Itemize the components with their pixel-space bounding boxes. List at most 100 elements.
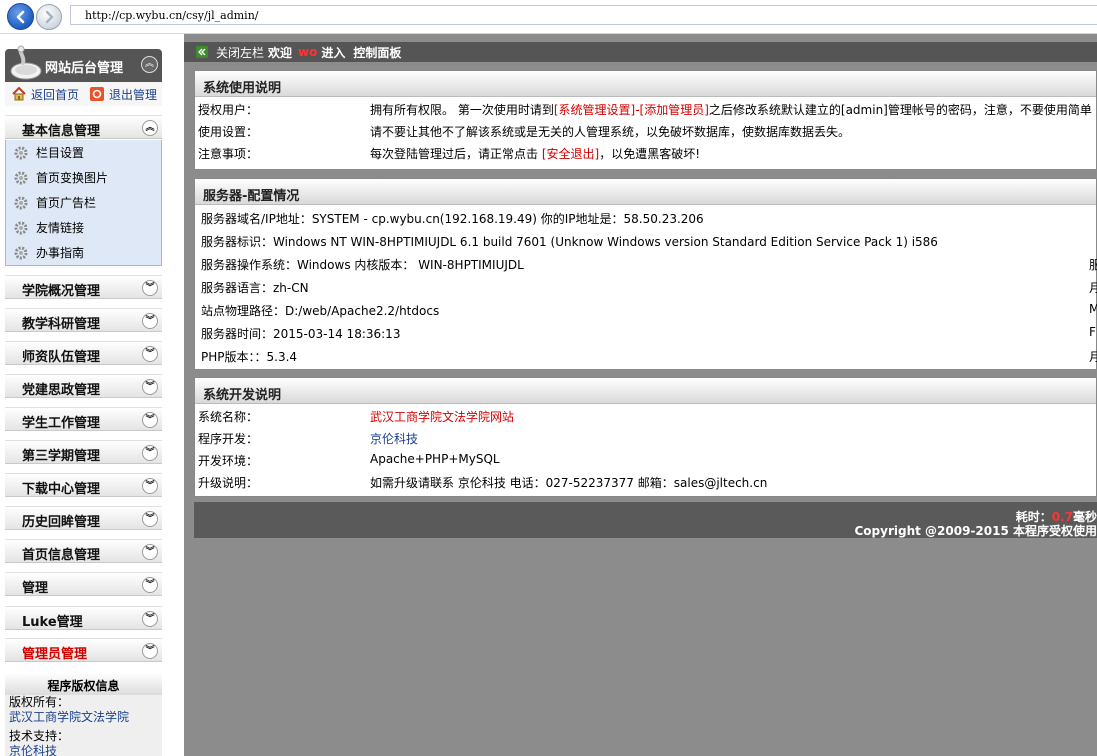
footer-copyright: Copyright @2009-2015 本程序受权使用 <box>854 524 1097 538</box>
sidebar-item-home-images[interactable]: 首页变换图片 <box>6 165 161 190</box>
section-label: 教学科研管理 <box>22 317 101 332</box>
section-label: 管理员管理 <box>22 647 88 662</box>
row-key: 升级说明： <box>198 476 259 490</box>
row-key: 使用设置： <box>198 125 259 139</box>
enter-text: 进入 <box>321 45 346 60</box>
section-label: 基本信息管理 <box>22 124 101 139</box>
usage-row-notes: 注意事项： 每次登陆管理过后，请正常点击 [安全退出]，以免遭黑客破坏! <box>195 141 1096 163</box>
row-key: 程序开发： <box>198 432 259 446</box>
server-row-text: 服务器标识：Windows NT WIN-8HPTIMIUJDL 6.1 bui… <box>201 235 938 249</box>
expand-icon[interactable]: ︾ <box>142 280 158 296</box>
usage-row-auth: 授权用户： 拥有所有权限。 第一次使用时请到[系统管理设置]-[添加管理员]之后… <box>195 97 1096 119</box>
row-value: 请不要让其他不了解该系统或是无关的人管理系统，以免破坏数据库，使数据库数据丢失。 <box>370 125 851 139</box>
sidebar: 网站后台管理 ︽ 返回首页 退出管理 基本信息管理 ︽ 栏目设置 首页变换图片 <box>0 34 167 756</box>
section-label: 首页信息管理 <box>22 548 101 563</box>
server-row: 站点物理路径：D:/web/Apache2.2/htdocs M <box>195 297 1097 320</box>
server-row-text: 服务器操作系统：Windows 内核版本： WIN-8HPTIMIUJDL <box>201 258 524 272</box>
server-row-text: 服务器域名/IP地址：SYSTEM - cp.wybu.cn(192.168.1… <box>201 212 704 226</box>
row-text: 每次登陆管理过后，请正常点击 <box>370 147 539 161</box>
copyright-owner-link[interactable]: 武汉工商学院文法学院 <box>5 710 162 725</box>
sidebar-item-label: 友情链接 <box>36 221 85 235</box>
dev-panel: 系统开发说明 系统名称： 武汉工商学院文法学院网站 程序开发： 京伦科技 开发环… <box>194 377 1097 497</box>
gear-icon <box>12 169 30 187</box>
support-label: 技术支持： <box>9 729 70 743</box>
quick-links: 返回首页 退出管理 <box>5 82 162 106</box>
section-manage[interactable]: 管理 ︾ <box>5 572 162 596</box>
section-student-work[interactable]: 学生工作管理 ︾ <box>5 407 162 431</box>
section-college-overview[interactable]: 学院概况管理 ︾ <box>5 275 162 299</box>
server-row: 服务器操作系统：Windows 内核版本： WIN-8HPTIMIUJDL 服 <box>195 251 1097 274</box>
home-link[interactable]: 返回首页 <box>11 86 79 103</box>
expand-icon[interactable]: ︾ <box>142 577 158 593</box>
row-value: 拥有所有权限。 第一次使用时请到[系统管理设置]-[添加管理员]之后修改系统默认… <box>370 101 1092 118</box>
row-key: 授权用户： <box>198 103 259 117</box>
row-text: ，以免遭黑客破坏! <box>599 147 701 161</box>
section-basic-info[interactable]: 基本信息管理 ︽ <box>5 115 162 139</box>
section-teaching-research[interactable]: 教学科研管理 ︾ <box>5 308 162 332</box>
add-admin-link[interactable]: [系统管理设置]-[添加管理员] <box>554 103 709 117</box>
sidebar-item-label: 办事指南 <box>36 246 85 260</box>
section-label: Luke管理 <box>22 615 83 630</box>
sidebar-item-guide[interactable]: 办事指南 <box>6 240 161 265</box>
server-row: 服务器标识：Windows NT WIN-8HPTIMIUJDL 6.1 bui… <box>195 228 1096 251</box>
section-party-building[interactable]: 党建思政管理 ︾ <box>5 374 162 398</box>
usage-row-settings: 使用设置： 请不要让其他不了解该系统或是无关的人管理系统，以免破坏数据库，使数据… <box>195 119 1096 141</box>
expand-icon[interactable]: ︾ <box>142 478 158 494</box>
dev-row: 程序开发： 京伦科技 <box>195 426 1096 448</box>
server-row: PHP版本：：5.3.4 月 <box>195 343 1097 366</box>
section-history[interactable]: 历史回眸管理 ︾ <box>5 506 162 530</box>
support-link[interactable]: 京伦科技 <box>5 744 162 756</box>
server-row-overflow: M <box>1089 302 1097 316</box>
section-luke[interactable]: Luke管理 ︾ <box>5 606 162 630</box>
section-home-info[interactable]: 首页信息管理 ︾ <box>5 539 162 563</box>
section-label: 历史回眸管理 <box>22 515 101 530</box>
section-admin[interactable]: 管理员管理 ︾ <box>5 638 162 662</box>
logout-link[interactable]: 退出管理 <box>89 86 157 103</box>
server-row-overflow: 月 <box>1089 281 1097 295</box>
server-row: 服务器语言：zh-CN 月 <box>195 274 1097 297</box>
forward-arrow-icon[interactable] <box>36 4 62 30</box>
section-third-semester[interactable]: 第三学期管理 ︾ <box>5 440 162 464</box>
close-left-bar-link[interactable]: 关闭左栏 <box>216 44 264 61</box>
collapse-icon[interactable]: ︽ <box>142 120 158 136</box>
control-panel-title: 控制面板 <box>353 45 402 60</box>
expand-icon[interactable]: ︾ <box>142 346 158 362</box>
address-bar[interactable]: http://cp.wybu.cn/csy/jl_admin/ <box>70 5 1097 25</box>
developer-link[interactable]: 京伦科技 <box>370 430 418 447</box>
row-value: 如需升级请联系 京伦科技 电话：027-52237377 邮箱：sales@jl… <box>370 476 768 490</box>
dev-row: 升级说明： 如需升级请联系 京伦科技 电话：027-52237377 邮箱：sa… <box>195 470 1096 492</box>
safe-logout-link[interactable]: [安全退出] <box>542 147 599 161</box>
copyright-title: 程序版权信息 <box>5 673 162 695</box>
section-faculty[interactable]: 师资队伍管理 ︾ <box>5 341 162 365</box>
expand-icon[interactable]: ︾ <box>142 611 158 627</box>
gear-icon <box>12 244 30 262</box>
server-row: 服务器时间：2015-03-14 18:36:13 F <box>195 320 1096 343</box>
collapse-icon[interactable]: ︽ <box>141 56 158 73</box>
section-label: 管理 <box>22 581 49 596</box>
usage-panel-title: 系统使用说明 <box>195 71 1096 97</box>
expand-icon[interactable]: ︾ <box>142 412 158 428</box>
back-arrow-icon[interactable] <box>7 3 34 30</box>
gear-icon <box>12 194 30 212</box>
welcome-text: 欢迎 <box>268 45 293 60</box>
expand-icon[interactable]: ︾ <box>142 313 158 329</box>
sidebar-item-column-settings[interactable]: 栏目设置 <box>6 140 161 165</box>
sidebar-item-label: 首页变换图片 <box>36 171 109 185</box>
gear-icon <box>12 144 30 162</box>
sidebar-item-home-ads[interactable]: 首页广告栏 <box>6 190 161 215</box>
section-download-center[interactable]: 下载中心管理 ︾ <box>5 473 162 497</box>
server-panel: 服务器-配置情况 服务器域名/IP地址：SYSTEM - cp.wybu.cn(… <box>194 178 1097 370</box>
server-row-text: 服务器时间：2015-03-14 18:36:13 <box>201 327 401 341</box>
expand-icon[interactable]: ︾ <box>142 643 158 659</box>
system-name-link[interactable]: 武汉工商学院文法学院网站 <box>370 408 514 425</box>
sidebar-item-friend-links[interactable]: 友情链接 <box>6 215 161 240</box>
row-key: 注意事项： <box>198 147 259 161</box>
sidebar-item-label: 栏目设置 <box>36 146 85 160</box>
sidebar-item-label: 首页广告栏 <box>36 196 97 210</box>
expand-icon[interactable]: ︾ <box>142 544 158 560</box>
expand-icon[interactable]: ︾ <box>142 445 158 461</box>
expand-icon[interactable]: ︾ <box>142 379 158 395</box>
row-value: 每次登陆管理过后，请正常点击 [安全退出]，以免遭黑客破坏! <box>370 145 700 162</box>
expand-icon[interactable]: ︾ <box>142 511 158 527</box>
collapse-left-icon[interactable] <box>196 46 208 58</box>
